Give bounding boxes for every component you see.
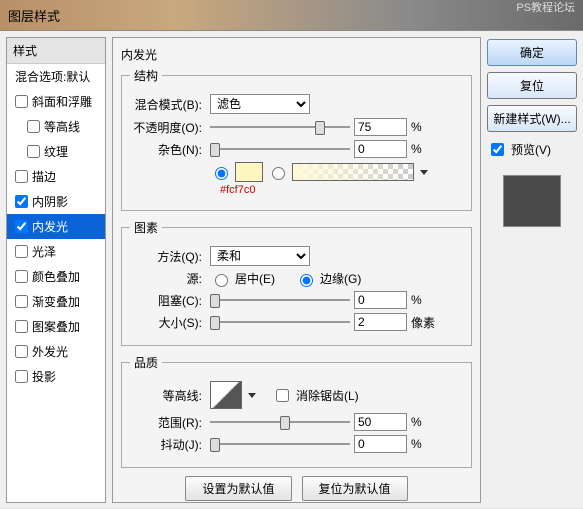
gradient-preview[interactable] — [292, 163, 414, 181]
preview-swatch — [503, 175, 561, 227]
opacity-unit: % — [411, 120, 441, 134]
color-hex-note: #fcf7c0 — [220, 184, 463, 196]
style-drop-shadow[interactable]: 投影 — [7, 364, 105, 389]
contour-label: 等高线: — [130, 387, 206, 404]
blend-mode-select[interactable]: 滤色 — [210, 94, 310, 114]
main-panel: 内发光 结构 混合模式(B): 滤色 不透明度(O): % 杂色(N): — [112, 37, 481, 503]
opacity-input[interactable] — [354, 118, 407, 136]
style-bevel[interactable]: 斜面和浮雕 — [7, 89, 105, 114]
right-panel: 确定 复位 新建样式(W)... 预览(V) — [487, 37, 577, 503]
quality-group: 品质 等高线: 消除锯齿(L) 范围(R): % 抖动(J): — [121, 354, 472, 468]
choke-unit: % — [411, 293, 441, 307]
gradient-radio[interactable] — [272, 167, 285, 180]
quality-legend: 品质 — [130, 354, 162, 371]
blend-mode-label: 混合模式(B): — [130, 96, 206, 113]
opacity-slider[interactable] — [210, 120, 350, 134]
noise-slider[interactable] — [210, 142, 350, 156]
opacity-label: 不透明度(O): — [130, 119, 206, 136]
contour-picker[interactable] — [210, 381, 242, 409]
style-inner-shadow[interactable]: 内阴影 — [7, 189, 105, 214]
noise-label: 杂色(N): — [130, 141, 206, 158]
style-pattern-overlay-check[interactable] — [15, 320, 28, 333]
elements-group: 图素 方法(Q): 柔和 源: 居中(E) 边缘(G) 阻塞(C): — [121, 219, 472, 346]
structure-legend: 结构 — [130, 67, 162, 84]
style-gradient-overlay[interactable]: 渐变叠加 — [7, 289, 105, 314]
blend-options-item[interactable]: 混合选项:默认 — [7, 64, 105, 89]
source-edge-label: 边缘(G) — [320, 270, 361, 287]
gradient-caret-icon[interactable] — [420, 170, 428, 175]
size-label: 大小(S): — [130, 314, 206, 331]
sidebar-header: 样式 — [7, 38, 105, 64]
style-satin-check[interactable] — [15, 245, 28, 258]
layer-style-dialog: 图层样式 PS教程论坛 样式 混合选项:默认 斜面和浮雕 等高线 纹理 描边 内… — [0, 0, 583, 508]
choke-slider[interactable] — [210, 293, 350, 307]
style-outer-glow-check[interactable] — [15, 345, 28, 358]
structure-group: 结构 混合模式(B): 滤色 不透明度(O): % 杂色(N): % — [121, 67, 472, 211]
choke-label: 阻塞(C): — [130, 292, 206, 309]
ok-button[interactable]: 确定 — [487, 39, 577, 66]
noise-unit: % — [411, 142, 441, 156]
jitter-label: 抖动(J): — [130, 436, 206, 453]
style-pattern-overlay[interactable]: 图案叠加 — [7, 314, 105, 339]
window-title: 图层样式 — [8, 6, 60, 25]
style-inner-shadow-check[interactable] — [15, 195, 28, 208]
style-drop-shadow-check[interactable] — [15, 370, 28, 383]
style-inner-glow-check[interactable] — [15, 220, 28, 233]
style-contour-check[interactable] — [27, 120, 40, 133]
range-input[interactable] — [354, 413, 407, 431]
technique-select[interactable]: 柔和 — [210, 246, 310, 266]
style-texture[interactable]: 纹理 — [7, 139, 105, 164]
antialias-check[interactable] — [276, 389, 289, 402]
panel-title: 内发光 — [121, 46, 472, 63]
default-buttons: 设置为默认值 复位为默认值 — [121, 476, 472, 501]
jitter-input[interactable] — [354, 435, 407, 453]
size-input[interactable] — [354, 313, 407, 331]
set-default-button[interactable]: 设置为默认值 — [185, 476, 291, 501]
noise-input[interactable] — [354, 140, 407, 158]
watermark: PS教程论坛 — [516, 2, 575, 14]
size-unit: 像素 — [411, 314, 441, 331]
source-center-radio[interactable] — [215, 274, 228, 287]
style-color-overlay[interactable]: 颜色叠加 — [7, 264, 105, 289]
color-swatch[interactable] — [235, 162, 263, 182]
elements-legend: 图素 — [130, 219, 162, 236]
color-radio[interactable] — [215, 167, 228, 180]
source-edge-radio[interactable] — [300, 274, 313, 287]
dialog-body: 样式 混合选项:默认 斜面和浮雕 等高线 纹理 描边 内阴影 内发光 光泽 颜色… — [0, 31, 583, 509]
preview-check[interactable] — [491, 143, 504, 156]
style-satin[interactable]: 光泽 — [7, 239, 105, 264]
styles-sidebar: 样式 混合选项:默认 斜面和浮雕 等高线 纹理 描边 内阴影 内发光 光泽 颜色… — [6, 37, 106, 503]
range-slider[interactable] — [210, 415, 350, 429]
style-inner-glow[interactable]: 内发光 — [7, 214, 105, 239]
range-label: 范围(R): — [130, 414, 206, 431]
style-stroke[interactable]: 描边 — [7, 164, 105, 189]
style-stroke-check[interactable] — [15, 170, 28, 183]
technique-label: 方法(Q): — [130, 248, 206, 265]
antialias-label: 消除锯齿(L) — [296, 387, 359, 404]
titlebar[interactable]: 图层样式 PS教程论坛 — [0, 0, 583, 31]
choke-input[interactable] — [354, 291, 407, 309]
style-list: 斜面和浮雕 等高线 纹理 描边 内阴影 内发光 光泽 颜色叠加 渐变叠加 图案叠… — [7, 89, 105, 389]
style-color-overlay-check[interactable] — [15, 270, 28, 283]
size-slider[interactable] — [210, 315, 350, 329]
style-outer-glow[interactable]: 外发光 — [7, 339, 105, 364]
source-label: 源: — [130, 270, 206, 287]
cancel-button[interactable]: 复位 — [487, 72, 577, 99]
reset-default-button[interactable]: 复位为默认值 — [302, 476, 408, 501]
style-contour[interactable]: 等高线 — [7, 114, 105, 139]
style-gradient-overlay-check[interactable] — [15, 295, 28, 308]
source-center-label: 居中(E) — [235, 270, 275, 287]
range-unit: % — [411, 415, 441, 429]
preview-toggle[interactable]: 预览(V) — [487, 140, 577, 159]
contour-caret-icon[interactable] — [248, 393, 256, 398]
preview-label: 预览(V) — [511, 141, 551, 158]
style-texture-check[interactable] — [27, 145, 40, 158]
style-bevel-check[interactable] — [15, 95, 28, 108]
jitter-unit: % — [411, 437, 441, 451]
new-style-button[interactable]: 新建样式(W)... — [487, 105, 577, 132]
jitter-slider[interactable] — [210, 437, 350, 451]
